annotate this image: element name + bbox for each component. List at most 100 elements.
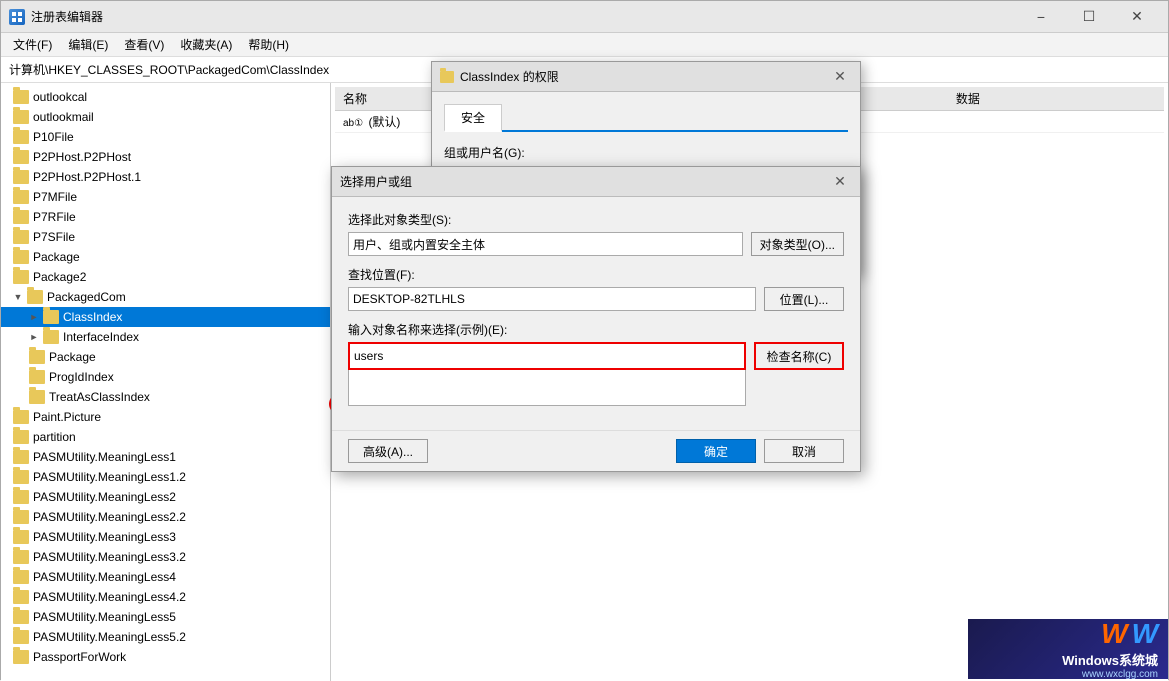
expand-arrow: ▼ [13, 292, 23, 302]
tree-label: P2PHost.P2PHost.1 [33, 170, 141, 184]
tree-label: ProgIdIndex [49, 370, 114, 384]
tree-item-pasm1-2[interactable]: PASMUtility.MeaningLess1.2 [1, 467, 330, 487]
tree-label: Paint.Picture [33, 410, 101, 424]
col-data: 数据 [948, 87, 1164, 111]
tree-label: P7SFile [33, 230, 75, 244]
tree-item-p7rfile[interactable]: P7RFile [1, 207, 330, 227]
tree-item-partition[interactable]: partition [1, 427, 330, 447]
window-controls: − ☐ ✕ [1018, 3, 1160, 31]
tree-label: P10File [33, 130, 74, 144]
registry-tree[interactable]: outlookcal outlookmail P10File P2PHost.P… [1, 83, 331, 681]
tree-item-p7mfile[interactable]: P7MFile [1, 187, 330, 207]
wm-site-url: www.wxclgg.com [1082, 669, 1158, 680]
tab-security[interactable]: 安全 [444, 104, 502, 132]
tree-item-progidindex[interactable]: ProgIdIndex [1, 367, 330, 387]
tree-item-pasm4-2[interactable]: PASMUtility.MeaningLess4.2 [1, 587, 330, 607]
folder-icon [29, 350, 45, 364]
tree-item-classindex[interactable]: ► ClassIndex [1, 307, 330, 327]
tree-item-pasm5-2[interactable]: PASMUtility.MeaningLess5.2 [1, 627, 330, 647]
tree-item-package-sub[interactable]: Package [1, 347, 330, 367]
folder-icon [43, 310, 59, 324]
minimize-button[interactable]: − [1018, 3, 1064, 31]
folder-icon [13, 130, 29, 144]
check-name-button[interactable]: 检查名称(C) [754, 342, 844, 370]
permissions-close-button[interactable]: ✕ [828, 66, 852, 88]
location-value: DESKTOP-82TLHLS [348, 287, 756, 311]
tree-item-pasm2[interactable]: PASMUtility.MeaningLess2 [1, 487, 330, 507]
tree-item-treatasclassindex[interactable]: TreatAsClassIndex [1, 387, 330, 407]
tree-item-pasm3-2[interactable]: PASMUtility.MeaningLess3.2 [1, 547, 330, 567]
tree-item-pasm2-2[interactable]: PASMUtility.MeaningLess2.2 [1, 507, 330, 527]
tree-item-pasm5[interactable]: PASMUtility.MeaningLess5 [1, 607, 330, 627]
tree-item-p2phost[interactable]: P2PHost.P2PHost [1, 147, 330, 167]
permissions-dialog-title: ClassIndex 的权限 [460, 68, 559, 85]
tree-item-passportforwork[interactable]: PassportForWork [1, 647, 330, 667]
tree-label: ClassIndex [63, 310, 122, 324]
watermark: W W Windows系统城 www.wxclgg.com [968, 619, 1168, 679]
tree-label: Package2 [33, 270, 86, 284]
folder-icon [13, 90, 29, 104]
tree-label: Package [49, 350, 96, 364]
object-name-input[interactable] [348, 342, 746, 370]
select-user-body: 选择此对象类型(S): 用户、组或内置安全主体 对象类型(O)... 查找位置(… [332, 197, 860, 430]
tree-label: TreatAsClassIndex [49, 390, 150, 404]
address-text: 计算机\HKEY_CLASSES_ROOT\PackagedCom\ClassI… [9, 61, 329, 78]
select-footer-right: 确定 取消 [676, 439, 844, 463]
maximize-button[interactable]: ☐ [1066, 3, 1112, 31]
registry-editor-window: 注册表编辑器 − ☐ ✕ 文件(F) 编辑(E) 查看(V) 收藏夹(A) 帮助… [0, 0, 1169, 680]
tree-item-pasm1[interactable]: PASMUtility.MeaningLess1 [1, 447, 330, 467]
folder-icon [29, 370, 45, 384]
object-name-label: 输入对象名称来选择(示例)(E): [348, 321, 844, 338]
select-ok-button[interactable]: 确定 [676, 439, 756, 463]
select-user-footer: 高级(A)... 确定 取消 [332, 430, 860, 471]
tree-item-p2phost1[interactable]: P2PHost.P2PHost.1 [1, 167, 330, 187]
tree-item-paintpicture[interactable]: Paint.Picture [1, 407, 330, 427]
object-type-row: 用户、组或内置安全主体 对象类型(O)... [348, 232, 844, 256]
tree-label: partition [33, 430, 76, 444]
tree-label: InterfaceIndex [63, 330, 139, 344]
wm-site-name: Windows系统城 [1062, 650, 1158, 669]
tree-label: PASMUtility.MeaningLess5.2 [33, 630, 186, 644]
tree-label: P7MFile [33, 190, 77, 204]
object-type-button[interactable]: 对象类型(O)... [751, 232, 844, 256]
folder-icon-small [440, 71, 454, 83]
default-value-label: (默认) [368, 115, 400, 129]
tree-label: outlookmail [33, 110, 94, 124]
tree-label: PASMUtility.MeaningLess1 [33, 450, 176, 464]
menu-help[interactable]: 帮助(H) [240, 34, 297, 55]
tab-bar: 安全 [444, 104, 848, 132]
menu-view[interactable]: 查看(V) [116, 34, 172, 55]
tree-item-outlookmail[interactable]: outlookmail [1, 107, 330, 127]
tree-label: PASMUtility.MeaningLess4.2 [33, 590, 186, 604]
folder-icon [13, 110, 29, 124]
advanced-button[interactable]: 高级(A)... [348, 439, 428, 463]
tree-item-p10file[interactable]: P10File [1, 127, 330, 147]
select-user-close-button[interactable]: ✕ [828, 171, 852, 193]
tree-item-p7sfile[interactable]: P7SFile [1, 227, 330, 247]
wm-logo-w2: W [1132, 618, 1158, 650]
folder-icon [13, 550, 29, 564]
close-button[interactable]: ✕ [1114, 3, 1160, 31]
folder-icon [13, 530, 29, 544]
menu-edit[interactable]: 编辑(E) [60, 34, 116, 55]
folder-icon [13, 210, 29, 224]
tree-item-interfaceindex[interactable]: ► InterfaceIndex [1, 327, 330, 347]
tree-item-pasm3[interactable]: PASMUtility.MeaningLess3 [1, 527, 330, 547]
location-button[interactable]: 位置(L)... [764, 287, 844, 311]
folder-icon [13, 510, 29, 524]
folder-icon [13, 490, 29, 504]
folder-icon [13, 570, 29, 584]
tree-item-package2[interactable]: Package2 [1, 267, 330, 287]
menu-favorites[interactable]: 收藏夹(A) [172, 34, 240, 55]
tree-item-outlookcal[interactable]: outlookcal [1, 87, 330, 107]
title-bar: 注册表编辑器 − ☐ ✕ [1, 1, 1168, 33]
folder-icon [13, 230, 29, 244]
tree-item-packagedcom[interactable]: ▼ PackagedCom [1, 287, 330, 307]
tree-item-package[interactable]: Package [1, 247, 330, 267]
select-cancel-button[interactable]: 取消 [764, 439, 844, 463]
folder-icon [13, 610, 29, 624]
location-label: 查找位置(F): [348, 266, 844, 283]
folder-icon [13, 590, 29, 604]
tree-item-pasm4[interactable]: PASMUtility.MeaningLess4 [1, 567, 330, 587]
menu-file[interactable]: 文件(F) [5, 34, 60, 55]
